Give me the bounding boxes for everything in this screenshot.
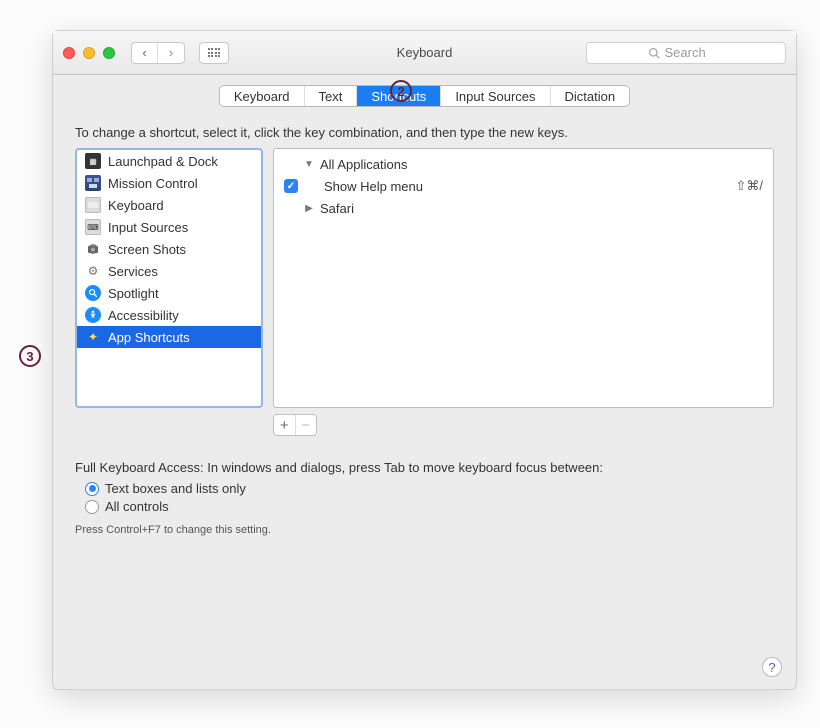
annotation-badge-3: 3 xyxy=(19,345,41,367)
fka-option-all-controls[interactable]: All controls xyxy=(85,499,774,514)
remove-button[interactable]: − xyxy=(295,415,317,435)
category-label: Launchpad & Dock xyxy=(108,154,218,169)
window-controls xyxy=(63,47,115,59)
category-label: Services xyxy=(108,264,158,279)
launchpad-icon: ▦ xyxy=(85,153,101,169)
shortcut-item-label: Show Help menu xyxy=(324,179,423,194)
category-screen-shots[interactable]: Screen Shots xyxy=(77,238,261,260)
checkbox-checked-icon[interactable]: ✓ xyxy=(284,179,298,193)
services-icon: ⚙ xyxy=(85,263,101,279)
fka-title: Full Keyboard Access: In windows and dia… xyxy=(75,460,774,475)
tab-shortcuts[interactable]: Shortcuts xyxy=(356,86,440,106)
forward-button[interactable]: › xyxy=(158,43,184,63)
spotlight-icon xyxy=(85,285,101,301)
category-label: App Shortcuts xyxy=(108,330,190,345)
category-keyboard[interactable]: Keyboard xyxy=(77,194,261,216)
group-label: All Applications xyxy=(320,157,407,172)
shortcut-list: ▼ All Applications ✓ Show Help menu ⇧⌘/ … xyxy=(274,149,773,223)
search-icon xyxy=(648,47,660,59)
panes: ▦ Launchpad & Dock Mission Control Key xyxy=(75,148,774,408)
category-label: Input Sources xyxy=(108,220,188,235)
radio-label: Text boxes and lists only xyxy=(105,481,246,496)
preferences-window: ‹ › Keyboard Keyboard Text Shortcuts Inp… xyxy=(52,30,797,690)
instruction-text: To change a shortcut, select it, click t… xyxy=(75,125,774,140)
accessibility-icon xyxy=(85,307,101,323)
category-accessibility[interactable]: Accessibility xyxy=(77,304,261,326)
add-remove-control: + − xyxy=(273,414,317,436)
shortcut-group-safari[interactable]: ▶ Safari xyxy=(274,197,773,219)
shortcut-item-show-help-menu[interactable]: ✓ Show Help menu ⇧⌘/ xyxy=(274,175,773,197)
maximize-icon[interactable] xyxy=(103,47,115,59)
disclosure-triangle-icon[interactable]: ▼ xyxy=(304,159,314,170)
category-input-sources[interactable]: ⌨ Input Sources xyxy=(77,216,261,238)
full-keyboard-access-section: Full Keyboard Access: In windows and dia… xyxy=(75,460,774,536)
category-label: Screen Shots xyxy=(108,242,186,257)
titlebar: ‹ › Keyboard xyxy=(53,31,796,75)
minimize-icon[interactable] xyxy=(83,47,95,59)
close-icon[interactable] xyxy=(63,47,75,59)
tab-segmented-control: Keyboard Text Shortcuts Input Sources Di… xyxy=(219,85,630,107)
tab-input-sources[interactable]: Input Sources xyxy=(440,86,549,106)
shortcut-group-all-applications[interactable]: ▼ All Applications xyxy=(274,153,773,175)
category-spotlight[interactable]: Spotlight xyxy=(77,282,261,304)
group-label: Safari xyxy=(320,201,354,216)
shortcut-detail-pane[interactable]: ▼ All Applications ✓ Show Help menu ⇧⌘/ … xyxy=(273,148,774,408)
category-label: Spotlight xyxy=(108,286,159,301)
category-label: Accessibility xyxy=(108,308,179,323)
keyboard-icon xyxy=(85,197,101,213)
category-pane[interactable]: ▦ Launchpad & Dock Mission Control Key xyxy=(75,148,263,408)
tabs-row: Keyboard Text Shortcuts Input Sources Di… xyxy=(53,75,796,107)
shortcut-keys[interactable]: ⇧⌘/ xyxy=(735,178,763,194)
content-area: To change a shortcut, select it, click t… xyxy=(53,107,796,689)
fka-option-text-boxes[interactable]: Text boxes and lists only xyxy=(85,481,774,496)
radio-checked-icon[interactable] xyxy=(85,482,99,496)
show-all-button[interactable] xyxy=(199,42,229,64)
nav-back-forward: ‹ › xyxy=(131,42,185,64)
category-list: ▦ Launchpad & Dock Mission Control Key xyxy=(77,150,261,348)
back-button[interactable]: ‹ xyxy=(132,43,158,63)
category-label: Keyboard xyxy=(108,198,164,213)
category-mission-control[interactable]: Mission Control xyxy=(77,172,261,194)
add-button[interactable]: + xyxy=(274,415,295,435)
category-services[interactable]: ⚙ Services xyxy=(77,260,261,282)
tab-keyboard[interactable]: Keyboard xyxy=(220,86,304,106)
search-field[interactable] xyxy=(586,42,786,64)
category-launchpad-dock[interactable]: ▦ Launchpad & Dock xyxy=(77,150,261,172)
input-sources-icon: ⌨ xyxy=(85,219,101,235)
radio-label: All controls xyxy=(105,499,169,514)
screenshots-icon xyxy=(85,241,101,257)
grid-icon xyxy=(208,48,221,57)
search-input[interactable] xyxy=(665,45,725,60)
category-label: Mission Control xyxy=(108,176,198,191)
tab-text[interactable]: Text xyxy=(304,86,357,106)
tab-dictation[interactable]: Dictation xyxy=(550,86,630,106)
fka-hint: Press Control+F7 to change this setting. xyxy=(75,524,774,536)
category-app-shortcuts[interactable]: ✦ App Shortcuts xyxy=(77,326,261,348)
radio-unchecked-icon[interactable] xyxy=(85,500,99,514)
app-shortcuts-icon: ✦ xyxy=(85,329,101,345)
disclosure-triangle-icon[interactable]: ▶ xyxy=(304,203,314,214)
mission-control-icon xyxy=(85,175,101,191)
help-button[interactable]: ? xyxy=(762,657,782,677)
